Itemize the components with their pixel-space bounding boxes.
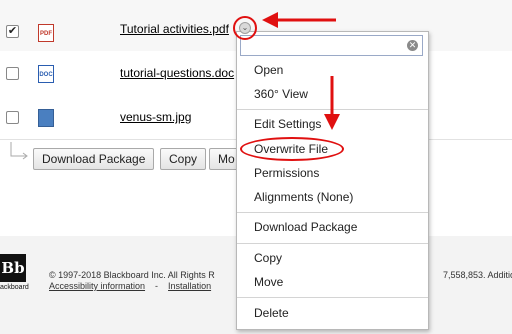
- annotation-arrowhead-left-icon: [262, 12, 278, 28]
- annotation-arrows: [262, 12, 340, 130]
- annotation-arrowhead-down-icon: [324, 114, 340, 130]
